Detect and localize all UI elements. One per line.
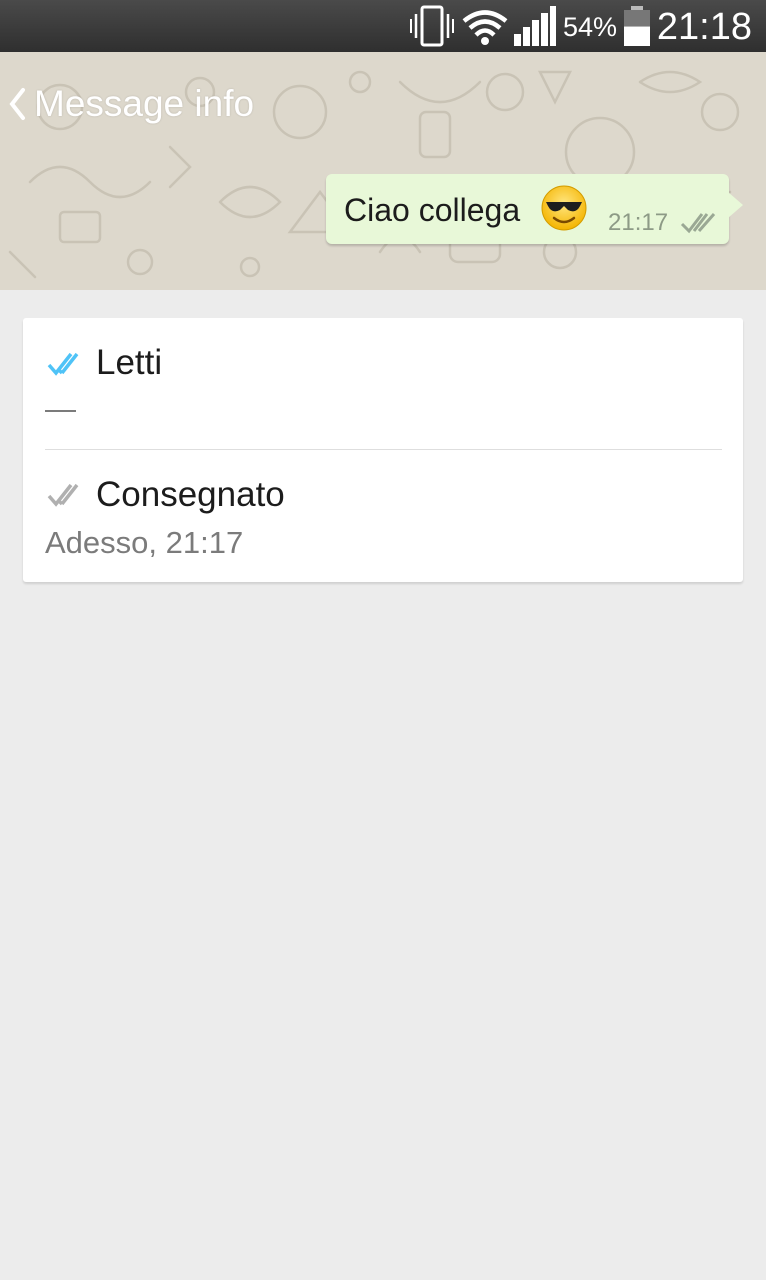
double-check-icon — [680, 213, 716, 234]
divider — [45, 449, 722, 450]
message-text: Ciao collega — [344, 192, 521, 228]
page-title: Message info — [34, 83, 255, 124]
sunglasses-emoji-icon — [541, 185, 587, 231]
battery-percent: 54% — [563, 12, 618, 42]
read-label: Letti — [96, 343, 163, 382]
message-bubble[interactable]: Ciao collega 21:17 — [326, 174, 743, 244]
double-check-gray-icon — [47, 483, 79, 507]
battery-icon — [624, 6, 650, 46]
status-clock: 21:18 — [656, 6, 752, 48]
read-value: — — [45, 391, 76, 426]
bubble-tail — [728, 192, 743, 218]
double-check-blue-icon — [47, 352, 79, 376]
delivered-label: Consegnato — [96, 475, 285, 514]
delivered-value: Adesso, 21:17 — [45, 525, 244, 560]
delivery-info-card: Letti — Consegnato Adesso, 21:17 — [23, 318, 743, 582]
message-info-header: Message info Ciao collega 21:17 — [0, 52, 766, 290]
chevron-left-icon — [9, 88, 25, 120]
status-bar: 54% 21:18 — [0, 0, 766, 52]
message-time: 21:17 — [608, 209, 669, 236]
wifi-icon — [462, 10, 508, 45]
back-button[interactable]: Message info — [6, 82, 254, 126]
signal-icon — [514, 6, 556, 46]
vibrate-icon — [410, 5, 454, 47]
